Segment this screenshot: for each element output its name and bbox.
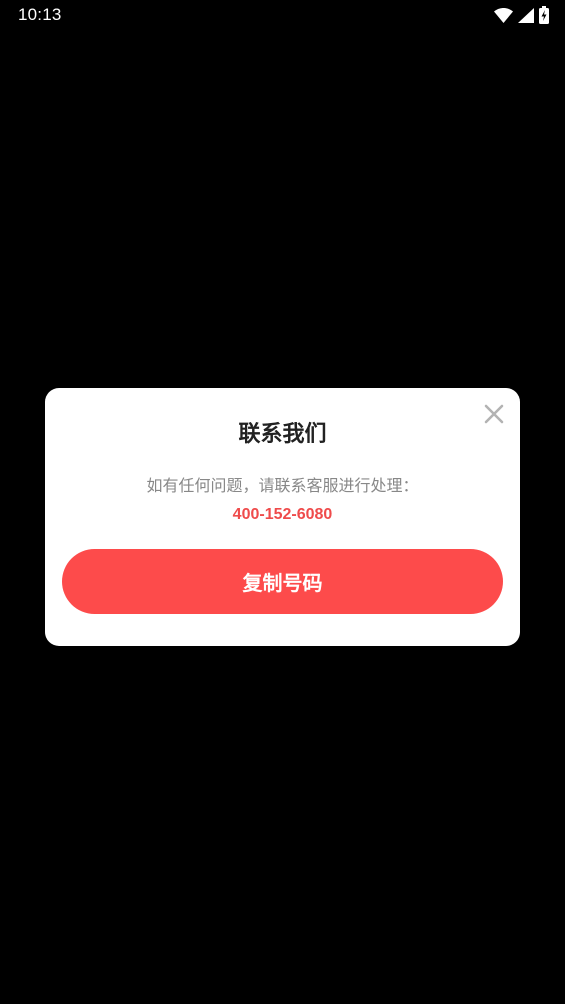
contact-dialog: 联系我们 如有任何问题，请联系客服进行处理： 400-152-6080 复制号码 (45, 388, 520, 646)
dialog-title: 联系我们 (238, 422, 327, 447)
status-bar: 10:13 (0, 0, 565, 32)
copy-number-button[interactable]: 复制号码 (62, 549, 503, 614)
battery-charging-icon (539, 6, 549, 24)
screen: 10:13 联系我们 如有任何问题，请联系客服进行处理： 400-152-608… (0, 0, 565, 1004)
wifi-icon (494, 7, 513, 23)
dialog-message: 如有任何问题，请联系客服进行处理： (146, 476, 419, 495)
cellular-signal-icon (518, 7, 534, 23)
status-icons (494, 6, 549, 24)
phone-number: 400-152-6080 (232, 506, 333, 523)
status-time: 10:13 (18, 5, 62, 24)
